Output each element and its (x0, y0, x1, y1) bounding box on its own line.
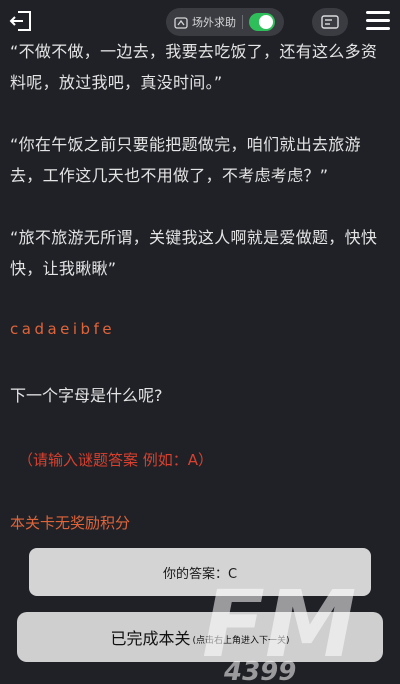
puzzle-sequence: cadaeibfe (10, 320, 116, 338)
exit-icon[interactable] (8, 9, 34, 33)
answer-display: 你的答案：C (29, 548, 371, 596)
level-complete-button[interactable]: 已完成本关 (点击右上角进入下一关) (17, 612, 383, 662)
top-bar: 场外求助 (0, 0, 400, 40)
story-paragraph-1: “不做不做，一边去，我要去吃饭了，还有这么多资料呢，放过我吧，真没时间。” (10, 42, 378, 92)
story-paragraph-2: “你在午饭之前只要能把题做完，咱们就出去旅游去，工作这几天也不用做了，不考虑考虑… (10, 135, 361, 185)
card-icon (321, 15, 339, 29)
card-button[interactable] (312, 8, 348, 36)
pill-divider (242, 15, 243, 29)
help-pill[interactable]: 场外求助 (166, 8, 284, 36)
reward-note: 本关卡无奖励积分 (10, 514, 131, 532)
help-label: 场外求助 (192, 16, 236, 29)
answer-label: 你的答案：C (162, 566, 238, 582)
level-complete-subtext: (点击右上角进入下一关) (192, 635, 290, 646)
story-paragraph-3: “旅不旅游无所谓，关键我这人啊就是爱做题，快快快，让我瞅瞅” (10, 228, 378, 278)
puzzle-question: 下一个字母是什么呢? (10, 386, 163, 405)
toggle-knob (259, 15, 273, 29)
menu-icon[interactable] (366, 11, 390, 31)
chat-toggle[interactable] (249, 13, 275, 31)
answer-hint: （请输入谜题答案 例如：A） (18, 451, 214, 469)
level-complete-label: 已完成本关 (110, 629, 191, 648)
help-icon (174, 15, 188, 29)
